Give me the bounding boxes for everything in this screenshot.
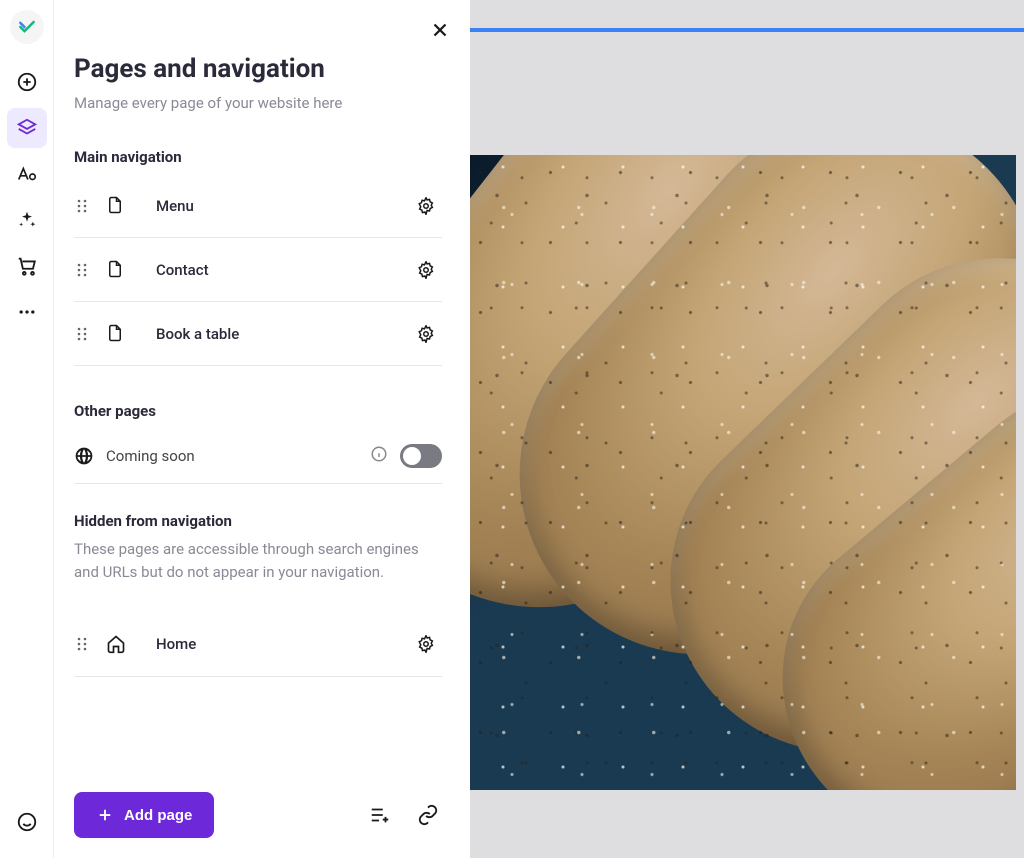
page-icon	[106, 196, 126, 216]
info-button[interactable]	[370, 445, 388, 467]
globe-icon	[74, 446, 94, 466]
hidden-item-home[interactable]: Home	[74, 613, 442, 677]
hero-image-placeholder	[470, 155, 1016, 790]
page-settings-button[interactable]	[414, 322, 438, 346]
list-plus-icon	[369, 804, 391, 826]
preview-loading-bar	[470, 28, 1024, 32]
hidden-heading: Hidden from navigation	[74, 512, 442, 530]
page-label: Menu	[156, 197, 398, 215]
pages-panel: Pages and navigation Manage every page o…	[54, 0, 470, 858]
gear-icon	[417, 635, 435, 653]
plus-icon	[96, 806, 114, 824]
page-icon	[106, 260, 126, 280]
link-icon	[417, 804, 439, 826]
add-page-button[interactable]: Add page	[74, 792, 214, 838]
help-button[interactable]	[7, 802, 47, 842]
home-icon	[106, 634, 126, 654]
gear-icon	[417, 325, 435, 343]
panel-title: Pages and navigation	[74, 54, 442, 84]
shop-button[interactable]	[7, 246, 47, 286]
nav-item-contact[interactable]: Contact	[74, 238, 442, 302]
check-logo-icon	[17, 17, 37, 37]
ai-button[interactable]	[7, 200, 47, 240]
gear-icon	[417, 197, 435, 215]
other-pages-heading: Other pages	[74, 402, 442, 420]
gear-icon	[417, 261, 435, 279]
icon-rail	[0, 0, 54, 858]
coming-soon-row: Coming soon	[74, 428, 442, 484]
panel-footer: Add page	[74, 780, 442, 838]
site-avatar[interactable]	[10, 10, 44, 44]
plus-circle-icon	[16, 71, 38, 93]
add-button[interactable]	[7, 62, 47, 102]
panel-subtitle: Manage every page of your website here	[74, 94, 442, 112]
pages-nav-button[interactable]	[7, 108, 47, 148]
page-label: Contact	[156, 261, 398, 279]
drag-handle-icon[interactable]	[74, 637, 90, 651]
typography-icon	[16, 163, 38, 185]
page-settings-button[interactable]	[414, 194, 438, 218]
hidden-description: These pages are accessible through searc…	[74, 538, 442, 585]
coming-soon-label: Coming soon	[106, 447, 358, 465]
close-icon	[429, 19, 451, 41]
more-button[interactable]	[7, 292, 47, 332]
page-settings-button[interactable]	[414, 258, 438, 282]
info-icon	[370, 445, 388, 463]
preview-canvas	[470, 0, 1024, 858]
page-label: Home	[156, 635, 398, 653]
page-settings-button[interactable]	[414, 632, 438, 656]
add-link-button[interactable]	[414, 801, 442, 829]
add-page-label: Add page	[124, 807, 192, 824]
drag-handle-icon[interactable]	[74, 263, 90, 277]
sparkle-icon	[17, 210, 37, 230]
drag-handle-icon[interactable]	[74, 327, 90, 341]
nav-item-menu[interactable]: Menu	[74, 174, 442, 238]
layers-icon	[16, 117, 38, 139]
close-button[interactable]	[426, 16, 454, 44]
fonts-button[interactable]	[7, 154, 47, 194]
smiley-icon	[16, 811, 38, 833]
cart-icon	[16, 255, 38, 277]
add-navigation-button[interactable]	[366, 801, 394, 829]
dots-icon	[17, 302, 37, 322]
page-label: Book a table	[156, 325, 398, 343]
page-icon	[106, 324, 126, 344]
main-nav-heading: Main navigation	[74, 148, 442, 166]
coming-soon-toggle[interactable]	[400, 444, 442, 468]
drag-handle-icon[interactable]	[74, 199, 90, 213]
nav-item-book[interactable]: Book a table	[74, 302, 442, 366]
